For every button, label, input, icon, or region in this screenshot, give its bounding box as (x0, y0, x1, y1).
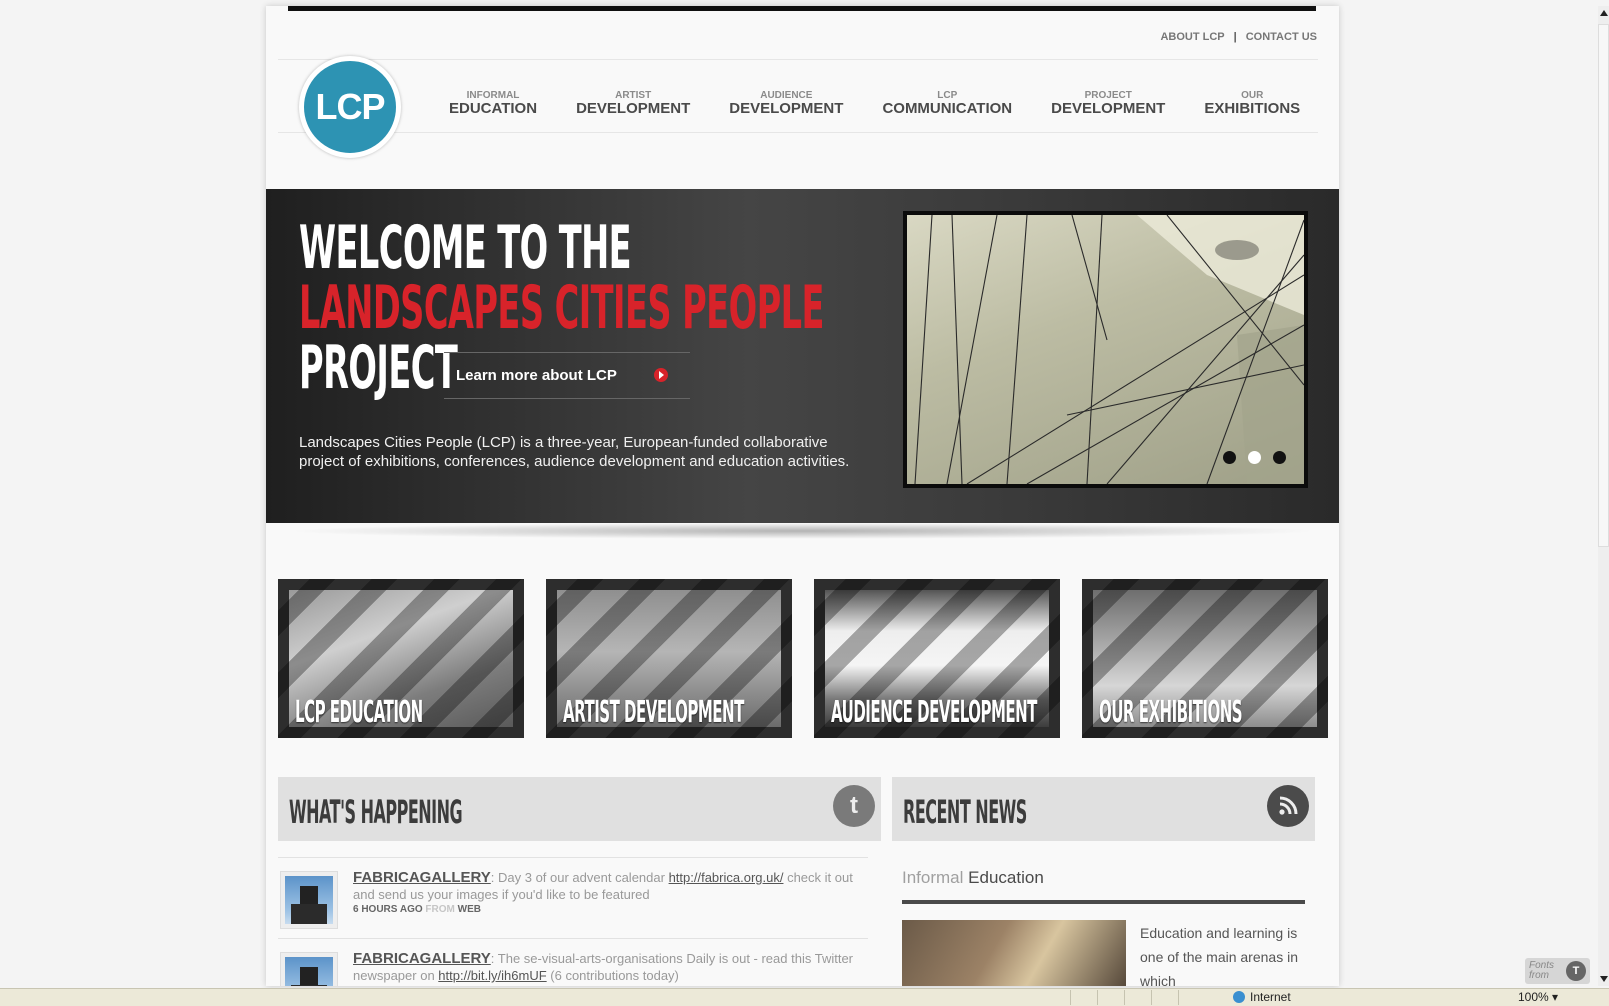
hero-description: Landscapes Cities People (LCP) is a thre… (299, 434, 850, 470)
tweet-source: WEB (457, 904, 481, 915)
status-cell (1178, 990, 1204, 1005)
tile-label: ARTIST DEVELOPMENT (563, 695, 744, 730)
news-category-part-b: Education (968, 868, 1044, 887)
learn-more-button[interactable]: Learn more about LCP (444, 352, 690, 399)
tile-lcp-education[interactable]: LCP EDUCATION (278, 579, 524, 738)
tweet-body-before: : Day 3 of our advent calendar (490, 870, 669, 885)
nav-informal-education[interactable]: INFORMAL EDUCATION (449, 91, 537, 117)
status-cell (1124, 990, 1150, 1005)
nav-audience-development[interactable]: AUDIENCE DEVELOPMENT (729, 91, 843, 117)
hero-title-line-3: PROJECT (299, 333, 458, 403)
nav-item-large-label: DEVELOPMENT (729, 100, 844, 117)
hero-shadow (286, 523, 1319, 539)
tweet-list: FABRICAGALLERY: Day 3 of our advent cale… (278, 857, 868, 986)
tweet-meta: 6 HOURS AGO FROM WEB (353, 903, 868, 916)
top-links-separator: | (1233, 31, 1237, 43)
nav-project-development[interactable]: PROJECT DEVELOPMENT (1051, 91, 1165, 117)
news-category-part-a: Informal (902, 868, 964, 887)
status-cell (1097, 990, 1123, 1005)
security-zone-label: Internet (1250, 990, 1291, 1004)
zoom-level: 100% (1518, 990, 1549, 1004)
lcp-logo[interactable]: LCP (299, 56, 401, 158)
zoom-control[interactable]: 100% ▾ (1518, 990, 1558, 1004)
tweet-url-link[interactable]: http://fabrica.org.uk/ (669, 870, 784, 885)
tile-label: OUR EXHIBITIONS (1099, 695, 1243, 730)
fonts-badge-text: Fonts from (1529, 961, 1554, 981)
rss-glyph (1279, 796, 1298, 815)
main-navigation: INFORMAL EDUCATION ARTIST DEVELOPMENT AUDI… (449, 91, 1339, 117)
nav-artist-development[interactable]: ARTIST DEVELOPMENT (576, 91, 690, 117)
tweet-item: FABRICAGALLERY: The se-visual-arts-organ… (278, 938, 868, 986)
nav-item-large-label: EDUCATION (449, 100, 538, 117)
nav-our-exhibitions[interactable]: OUR EXHIBITIONS (1204, 91, 1300, 117)
vertical-scrollbar[interactable] (1598, 6, 1609, 986)
page-container: ABOUT LCP | CONTACT US LCP INFORMAL EDUCATI… (266, 6, 1339, 986)
browser-status-bar: Internet 100% ▾ (0, 988, 1609, 1006)
tweet-url-link[interactable]: http://bit.ly/ih6mUF (438, 968, 546, 983)
nav-lcp-communication[interactable]: LCP COMMUNICATION (882, 91, 1012, 117)
status-cell (1070, 990, 1096, 1005)
fonts-badge[interactable]: Fonts from T (1525, 958, 1590, 984)
about-lcp-link[interactable]: ABOUT LCP (1160, 31, 1224, 43)
slide-dot-2[interactable] (1248, 451, 1261, 464)
slideshow-image (907, 215, 1304, 484)
avatar[interactable] (280, 871, 338, 929)
tweet-from-label: FROM (425, 904, 455, 915)
hero-banner: WELCOME TO THE LANDSCAPES CITIES PEOPLE … (266, 189, 1339, 523)
tile-label: AUDIENCE DEVELOPMENT (831, 695, 1037, 730)
privacy-icon[interactable] (1151, 990, 1177, 1005)
recent-news-title: RECENT NEWS (903, 793, 1027, 831)
font-service-logo-icon: T (1566, 961, 1586, 981)
tweet-time[interactable]: 6 HOURS AGO (353, 904, 423, 915)
news-category-heading[interactable]: Informal Education (902, 868, 1044, 888)
fonts-badge-line-2: from (1529, 970, 1549, 981)
tweet-item: FABRICAGALLERY: Day 3 of our advent cale… (278, 857, 868, 938)
nav-item-large-label: DEVELOPMENT (576, 100, 691, 117)
globe-icon (1233, 991, 1245, 1003)
news-divider (902, 900, 1305, 904)
news-excerpt: Education and learning is one of the mai… (1140, 925, 1298, 986)
tile-label: LCP EDUCATION (295, 695, 423, 730)
tweet-body-after: (6 contributions today) (546, 968, 679, 983)
top-border-bar (288, 6, 1316, 11)
gallery-string-installation-image (914, 215, 1304, 484)
scrollbar-thumb[interactable] (1598, 24, 1609, 547)
nav-item-large-label: EXHIBITIONS (1204, 100, 1301, 117)
tile-our-exhibitions[interactable]: OUR EXHIBITIONS (1082, 579, 1328, 738)
nav-bottom-rule (278, 132, 1318, 133)
tweet-text: FABRICAGALLERY: The se-visual-arts-organ… (353, 950, 868, 984)
slide-dot-3[interactable] (1273, 451, 1286, 464)
learn-more-label: Learn more about LCP (456, 367, 617, 384)
slideshow-dots (1211, 451, 1286, 464)
whats-happening-header: WHAT'S HAPPENING t (278, 777, 881, 841)
rss-icon[interactable] (1267, 785, 1309, 827)
tile-artist-development[interactable]: ARTIST DEVELOPMENT (546, 579, 792, 738)
security-zone: Internet (1233, 990, 1291, 1004)
nav-top-rule (278, 59, 1318, 60)
tweet-user-link[interactable]: FABRICAGALLERY (353, 869, 491, 886)
avatar[interactable] (280, 952, 338, 986)
scroll-down-icon[interactable] (1600, 976, 1608, 982)
tweet-user-link[interactable]: FABRICAGALLERY (353, 950, 491, 967)
tile-audience-development[interactable]: AUDIENCE DEVELOPMENT (814, 579, 1060, 738)
hero-slideshow[interactable] (903, 211, 1308, 488)
twitter-icon[interactable]: t (833, 785, 875, 827)
top-links: ABOUT LCP | CONTACT US (1160, 31, 1317, 43)
nav-item-large-label: DEVELOPMENT (1051, 100, 1166, 117)
slide-dot-1[interactable] (1223, 451, 1236, 464)
tweet-text: FABRICAGALLERY: Day 3 of our advent cale… (353, 869, 868, 916)
nav-item-large-label: COMMUNICATION (882, 100, 1013, 117)
whats-happening-title: WHAT'S HAPPENING (289, 793, 463, 831)
arrow-right-icon (654, 368, 668, 382)
recent-news-header: RECENT NEWS (892, 777, 1315, 841)
scroll-up-icon[interactable] (1600, 10, 1608, 16)
news-thumbnail[interactable] (902, 920, 1126, 986)
contact-us-link[interactable]: CONTACT US (1246, 31, 1317, 43)
